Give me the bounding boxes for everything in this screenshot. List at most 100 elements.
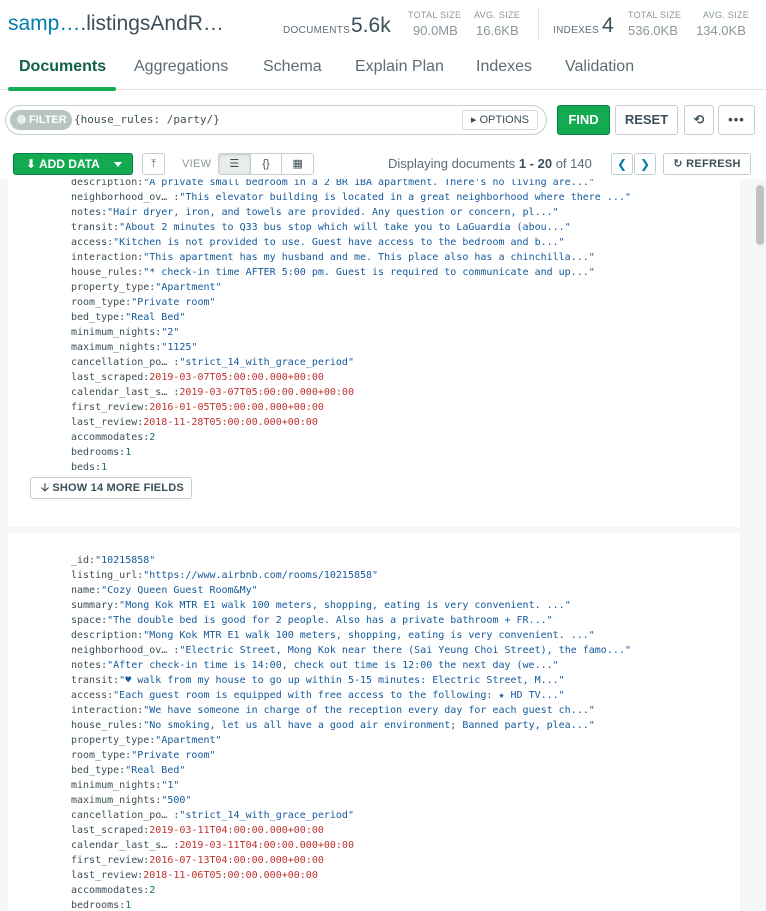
add-data-button[interactable]: ⬇ ADD DATA — [13, 153, 133, 175]
field-value: "Each guest room is equipped with free a… — [113, 690, 565, 701]
document-field[interactable]: minimum_nights:"1" — [71, 778, 631, 793]
json-view-button[interactable]: {} — [250, 154, 283, 174]
document-field[interactable]: access:"Kitchen is not provided to use. … — [71, 235, 631, 250]
document-field[interactable]: description:"A private small bedroom in … — [71, 179, 631, 190]
field-value: "We have someone in charge of the recept… — [143, 705, 595, 716]
document-field[interactable]: access:"Each guest room is equipped with… — [71, 688, 631, 703]
tab-explain-plan[interactable]: Explain Plan — [355, 58, 444, 76]
table-view-button[interactable]: ▦ — [282, 154, 313, 174]
document-field[interactable]: neighborhood_ov… :"This elevator buildin… — [71, 190, 631, 205]
field-key: bedrooms: — [71, 447, 126, 458]
field-key: maximum_nights: — [71, 342, 162, 353]
document-field[interactable]: notes:"After check-in time is 14:00, che… — [71, 658, 631, 673]
document-field[interactable]: interaction:"We have someone in charge o… — [71, 703, 631, 718]
refresh-button[interactable]: ↻ REFRESH — [663, 153, 751, 175]
document-field[interactable]: calendar_last_s… :2019-03-07T05:00:00.00… — [71, 385, 631, 400]
document-field[interactable]: maximum_nights:"500" — [71, 793, 631, 808]
query-history-button[interactable]: ⟲ — [684, 105, 714, 135]
view-label: VIEW — [182, 158, 212, 170]
document-field[interactable]: room_type:"Private room" — [71, 748, 631, 763]
document-field[interactable]: space:"The double bed is good for 2 peop… — [71, 613, 631, 628]
field-key: house_rules: — [71, 720, 144, 731]
list-view-button[interactable]: ☰ — [219, 154, 251, 174]
document-field[interactable]: maximum_nights:"1125" — [71, 340, 631, 355]
field-key: neighborhood_ov… : — [71, 645, 180, 656]
document-field[interactable]: minimum_nights:"2" — [71, 325, 631, 340]
document-field[interactable]: last_scraped:2019-03-11T04:00:00.000+00:… — [71, 823, 631, 838]
field-key: interaction: — [71, 705, 144, 716]
document-field[interactable]: house_rules:"No smoking, let us all have… — [71, 718, 631, 733]
info-icon — [17, 115, 26, 124]
document-field[interactable]: room_type:"Private room" — [71, 295, 631, 310]
field-value: "After check-in time is 14:00, check out… — [107, 660, 559, 671]
document-field[interactable]: interaction:"This apartment has my husba… — [71, 250, 631, 265]
filter-input[interactable] — [74, 113, 454, 126]
namespace-db[interactable]: samp… — [8, 12, 80, 35]
document-field[interactable]: transit:"♥ walk from my house to go up w… — [71, 673, 631, 688]
document-field[interactable]: beds:1 — [71, 460, 631, 475]
next-page-button[interactable]: ❯ — [634, 153, 656, 175]
document-field[interactable]: last_scraped:2019-03-07T05:00:00.000+00:… — [71, 370, 631, 385]
add-data-label: ADD DATA — [38, 157, 100, 171]
document-field[interactable]: bed_type:"Real Bed" — [71, 310, 631, 325]
tab-schema[interactable]: Schema — [263, 58, 322, 76]
tab-documents[interactable]: Documents — [19, 58, 106, 76]
table-icon: ▦ — [292, 158, 303, 170]
document-field[interactable]: bedrooms:1 — [71, 898, 631, 911]
scrollbar-thumb[interactable] — [756, 185, 764, 245]
field-value: "Electric Street, Mong Kok near there (S… — [179, 645, 631, 656]
document-field[interactable]: last_review:2018-11-28T05:00:00.000+00:0… — [71, 415, 631, 430]
field-value: "About 2 minutes to Q33 bus stop which w… — [119, 222, 571, 233]
displaying-prefix: Displaying documents — [388, 156, 516, 171]
field-key: property_type: — [71, 282, 156, 293]
field-key: listing_url: — [71, 570, 144, 581]
page-range: 1 - 20 — [518, 156, 553, 171]
doc-total-size: 90.0MB — [413, 23, 458, 38]
chevron-right-icon: ❯ — [639, 157, 651, 171]
document-field[interactable]: accommodates:2 — [71, 430, 631, 445]
field-key: first_review: — [71, 402, 150, 413]
filter-pill: FILTER — [10, 110, 72, 130]
documents-toolbar: ⬇ ADD DATA ⤒ VIEW ☰ {} ▦ Displaying docu… — [0, 149, 766, 179]
document-field[interactable]: description:"Mong Kok MTR E1 walk 100 me… — [71, 628, 631, 643]
document-field[interactable]: cancellation_po… :"strict_14_with_grace_… — [71, 355, 631, 370]
tab-aggregations[interactable]: Aggregations — [134, 58, 228, 76]
stats-divider — [538, 8, 539, 40]
document-field[interactable]: name:"Cozy Queen Guest Room&My" — [71, 583, 631, 598]
document-field[interactable]: last_review:2018-11-06T05:00:00.000+00:0… — [71, 868, 631, 883]
document-field[interactable]: summary:"Mong Kok MTR E1 walk 100 meters… — [71, 598, 631, 613]
document-field[interactable]: first_review:2016-07-13T04:00:00.000+00:… — [71, 853, 631, 868]
field-key: minimum_nights: — [71, 327, 162, 338]
document-field[interactable]: property_type:"Apartment" — [71, 280, 631, 295]
document-field[interactable]: first_review:2016-01-05T05:00:00.000+00:… — [71, 400, 631, 415]
tab-validation[interactable]: Validation — [565, 58, 634, 76]
options-button[interactable]: ▸ OPTIONS — [461, 110, 538, 130]
document-field[interactable]: _id:"10215858" — [71, 553, 631, 568]
field-key: calendar_last_s… : — [71, 387, 180, 398]
idx-avg-size: 134.0KB — [696, 23, 746, 38]
field-key: maximum_nights: — [71, 795, 162, 806]
show-more-fields-button[interactable]: 🡣 SHOW 14 MORE FIELDS — [30, 477, 192, 499]
document-field[interactable]: notes:"Hair dryer, iron, and towels are … — [71, 205, 631, 220]
export-button[interactable]: ⤒ — [142, 153, 165, 175]
find-button[interactable]: FIND — [557, 105, 610, 135]
document-field[interactable]: neighborhood_ov… :"Electric Street, Mong… — [71, 643, 631, 658]
document-field[interactable]: listing_url:"https://www.airbnb.com/room… — [71, 568, 631, 583]
document-field[interactable]: house_rules:"* check-in time AFTER 5:00 … — [71, 265, 631, 280]
document-field[interactable]: bedrooms:1 — [71, 445, 631, 460]
export-icon: ⤒ — [151, 158, 156, 170]
more-options-button[interactable]: ••• — [718, 105, 755, 135]
document-field[interactable]: bed_type:"Real Bed" — [71, 763, 631, 778]
document-field[interactable]: transit:"About 2 minutes to Q33 bus stop… — [71, 220, 631, 235]
list-icon: ☰ — [229, 158, 240, 170]
document-field[interactable]: cancellation_po… :"strict_14_with_grace_… — [71, 808, 631, 823]
field-value: 2016-07-13T04:00:00.000+00:00 — [149, 855, 324, 866]
field-value: "1" — [161, 780, 180, 791]
document-field[interactable]: property_type:"Apartment" — [71, 733, 631, 748]
previous-page-button[interactable]: ❮ — [611, 153, 633, 175]
reset-button[interactable]: RESET — [615, 105, 678, 135]
document-field[interactable]: accommodates:2 — [71, 883, 631, 898]
document-field[interactable]: calendar_last_s… :2019-03-11T04:00:00.00… — [71, 838, 631, 853]
field-value: 1 — [125, 447, 132, 458]
tab-indexes[interactable]: Indexes — [476, 58, 532, 76]
